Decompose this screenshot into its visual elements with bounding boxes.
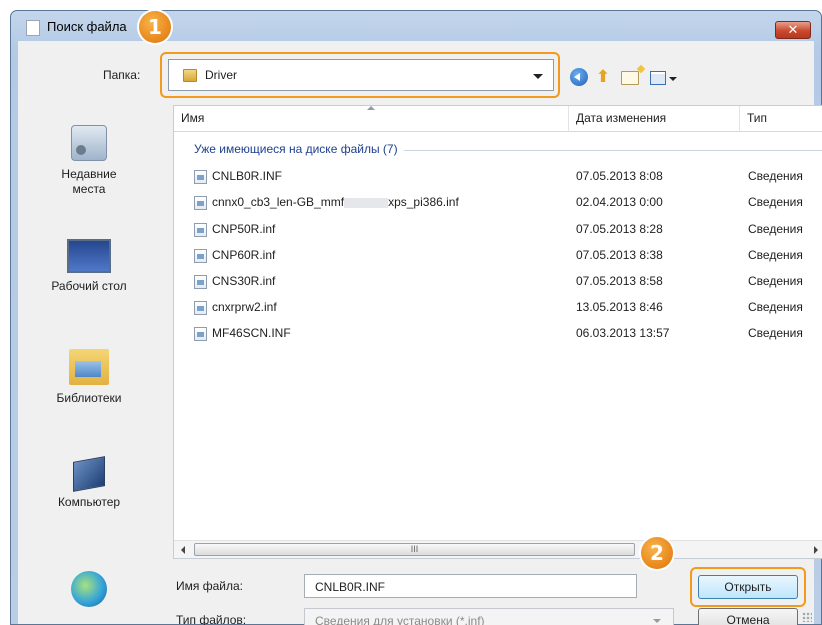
window-title: Поиск файла xyxy=(47,19,127,34)
list-item[interactable]: CNS30R.inf 07.05.2013 8:58 Сведения xyxy=(174,271,822,293)
file-dialog-window: Поиск файла ✕ Папка: Driver ⬆ Недавние м… xyxy=(10,10,822,625)
inf-file-icon xyxy=(194,327,207,341)
sidebar-item-recent[interactable]: Недавние места xyxy=(18,125,160,197)
file-list[interactable]: Имя Дата изменения Тип Уже имеющиеся на … xyxy=(173,105,822,559)
file-type: Сведения xyxy=(748,169,803,183)
inf-file-icon xyxy=(194,170,207,184)
inf-file-icon xyxy=(194,223,207,237)
file-date: 13.05.2013 8:46 xyxy=(576,300,663,314)
file-name: cnxrprw2.inf xyxy=(212,300,277,314)
redacted-text xyxy=(344,197,389,208)
sidebar-item-desktop[interactable]: Рабочий стол xyxy=(18,239,160,293)
file-type: Сведения xyxy=(748,274,803,288)
list-item[interactable]: MF46SCN.INF 06.03.2013 13:57 Сведения xyxy=(174,323,822,345)
new-folder-icon[interactable] xyxy=(621,71,639,85)
group-label: Уже имеющиеся на диске файлы (7) xyxy=(194,142,404,156)
computer-icon xyxy=(73,456,105,492)
file-type: Сведения xyxy=(748,222,803,236)
folder-value: Driver xyxy=(205,68,237,82)
close-button[interactable]: ✕ xyxy=(775,21,811,39)
callout-badge-2: 2 xyxy=(641,537,673,569)
scrollbar-thumb[interactable]: III xyxy=(194,543,635,556)
list-item[interactable]: cnnx0_cb3_len-GB_mmf xps_pi386.inf 02.04.… xyxy=(174,192,822,214)
places-sidebar: Недавние места Рабочий стол Библиотеки К… xyxy=(18,105,160,621)
file-name: MF46SCN.INF xyxy=(212,326,291,340)
folder-label: Папка: xyxy=(103,68,141,82)
sidebar-item-network[interactable] xyxy=(18,571,160,613)
view-menu-arrow-icon[interactable] xyxy=(669,77,677,81)
inf-file-icon xyxy=(194,301,207,315)
recent-places-icon xyxy=(71,125,107,161)
list-item[interactable]: CNP50R.inf 07.05.2013 8:28 Сведения xyxy=(174,219,822,241)
desktop-icon xyxy=(67,239,111,273)
inf-file-icon xyxy=(194,249,207,263)
folder-dropdown[interactable]: Driver xyxy=(168,59,554,91)
sidebar-item-label: Недавние места xyxy=(61,167,117,196)
filetype-label: Тип файлов: xyxy=(176,613,247,625)
file-type: Сведения xyxy=(748,300,803,314)
network-icon xyxy=(71,571,107,607)
file-date: 07.05.2013 8:58 xyxy=(576,274,663,288)
file-date: 07.05.2013 8:08 xyxy=(576,169,663,183)
cancel-button[interactable]: Отмена xyxy=(698,608,798,625)
inf-file-icon xyxy=(194,275,207,289)
file-group-header[interactable]: Уже имеющиеся на диске файлы (7) xyxy=(194,142,822,158)
file-date: 02.04.2013 0:00 xyxy=(576,195,663,209)
document-icon xyxy=(26,20,40,36)
filetype-value: Сведения для установки (*.inf) xyxy=(315,614,485,625)
title-bar: Поиск файла ✕ xyxy=(11,11,821,41)
sidebar-item-libraries[interactable]: Библиотеки xyxy=(18,349,160,405)
callout-badge-1: 1 xyxy=(139,11,171,43)
chevron-down-icon[interactable] xyxy=(653,619,661,623)
filename-input[interactable]: CNLB0R.INF xyxy=(304,574,637,598)
dialog-client-area: Папка: Driver ⬆ Недавние места Рабочий с… xyxy=(18,41,822,625)
list-item[interactable]: CNLB0R.INF 07.05.2013 8:08 Сведения xyxy=(174,166,822,188)
view-menu-icon[interactable] xyxy=(650,71,666,85)
scroll-right-icon[interactable] xyxy=(814,546,818,554)
file-name: cnnx0_cb3_len-GB_mmf xps_pi386.inf xyxy=(212,195,459,209)
up-folder-icon[interactable]: ⬆ xyxy=(594,68,612,86)
scroll-left-icon[interactable] xyxy=(181,546,185,554)
file-date: 06.03.2013 13:57 xyxy=(576,326,670,340)
folder-icon xyxy=(183,69,197,82)
chevron-down-icon[interactable] xyxy=(533,74,543,79)
back-icon[interactable] xyxy=(570,68,588,86)
file-type: Сведения xyxy=(748,248,803,262)
sidebar-item-label: Библиотеки xyxy=(56,391,122,405)
file-date: 07.05.2013 8:28 xyxy=(576,222,663,236)
file-name-start: cnnx0_cb3_len-GB_mmf xyxy=(212,195,345,209)
file-name: CNP60R.inf xyxy=(212,248,276,262)
libraries-icon xyxy=(69,349,109,385)
horizontal-scrollbar[interactable]: III xyxy=(174,540,822,558)
resize-grip-icon[interactable] xyxy=(802,612,812,622)
column-header-type[interactable]: Тип xyxy=(740,106,822,132)
list-item[interactable]: CNP60R.inf 07.05.2013 8:38 Сведения xyxy=(174,245,822,267)
open-button[interactable]: Открыть xyxy=(698,575,798,599)
sidebar-item-computer[interactable]: Компьютер xyxy=(18,456,160,509)
sidebar-item-label: Рабочий стол xyxy=(51,279,127,293)
sort-ascending-icon xyxy=(367,106,375,110)
file-name: CNP50R.inf xyxy=(212,222,276,236)
list-item[interactable]: cnxrprw2.inf 13.05.2013 8:46 Сведения xyxy=(174,297,822,319)
file-type: Сведения xyxy=(748,195,803,209)
inf-file-icon xyxy=(194,196,207,210)
file-name: CNLB0R.INF xyxy=(212,169,283,183)
file-name: CNS30R.inf xyxy=(212,274,276,288)
column-header-date[interactable]: Дата изменения xyxy=(569,106,740,132)
column-header-row: Имя Дата изменения Тип xyxy=(174,106,822,132)
sidebar-item-label: Компьютер xyxy=(57,495,121,509)
filetype-dropdown[interactable]: Сведения для установки (*.inf) xyxy=(304,608,674,625)
file-date: 07.05.2013 8:38 xyxy=(576,248,663,262)
file-type: Сведения xyxy=(748,326,803,340)
file-name-end: xps_pi386.inf xyxy=(388,195,459,209)
filename-label: Имя файла: xyxy=(176,579,243,593)
